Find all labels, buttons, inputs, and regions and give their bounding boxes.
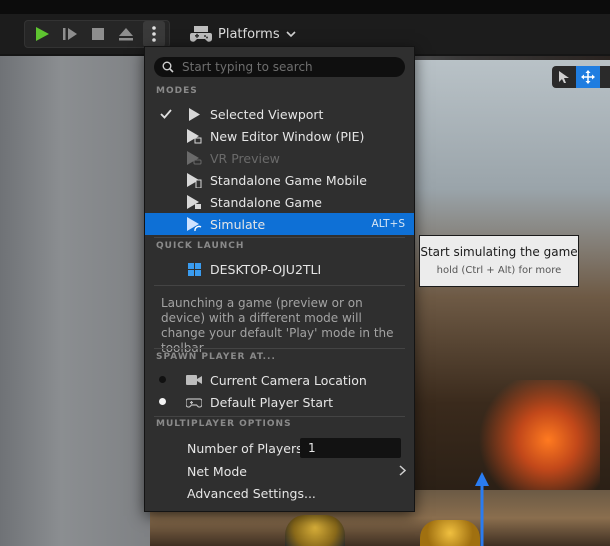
cursor-icon [559,71,569,83]
mode-standalone-game[interactable]: Standalone Game [145,191,414,213]
standalone-game-icon [187,194,201,209]
tooltip-hint: hold (Ctrl + Alt) for more [436,265,562,276]
spawn-current-camera[interactable]: Current Camera Location [145,369,414,391]
viewport-prop [420,520,480,546]
play-controls-group [24,20,170,48]
play-icon [188,107,200,121]
advance-frame-button[interactable] [57,21,83,47]
number-of-players-input[interactable] [300,438,401,458]
step-forward-icon [63,28,77,40]
search-icon [162,61,174,73]
top-band [0,0,610,14]
device-label: DESKTOP-OJU2TLI [210,261,322,277]
net-mode-label: Net Mode [187,463,247,479]
menu-divider [154,285,405,286]
stop-icon [92,28,104,40]
section-header-multiplayer: MULTIPLAYER OPTIONS [156,419,292,429]
gamepad-icon [190,26,212,42]
chevron-right-icon [399,465,406,476]
transform-gizmo-icon[interactable] [474,472,490,546]
menu-divider [154,237,405,238]
play-mode-info-text: Launching a game (preview or on device) … [161,296,394,355]
mode-label: Simulate [210,216,266,232]
select-tool-button[interactable] [552,66,576,88]
spawn-label: Default Player Start [210,394,334,410]
eject-icon [119,28,133,41]
platforms-label: Platforms [218,26,280,42]
translate-tool-button[interactable] [576,66,600,88]
radio-selected-icon [159,398,166,405]
mode-label: Standalone Game [210,194,322,210]
simulate-icon [187,216,202,231]
mode-new-editor-window[interactable]: New Editor Window (PIE) [145,125,414,147]
play-options-menu: MODES Selected Viewport New Editor Windo… [144,46,415,512]
advanced-settings-label: Advanced Settings... [187,485,316,501]
checkmark-icon [160,109,172,119]
more-vertical-icon [152,26,156,42]
menu-divider [154,416,405,417]
move-arrows-icon [581,70,595,84]
radio-unselected-icon [159,376,166,383]
platforms-dropdown[interactable]: Platforms [190,20,302,48]
mode-vr-preview[interactable]: VR Preview [145,147,414,169]
mode-standalone-mobile[interactable]: Standalone Game Mobile [145,169,414,191]
viewport-character [285,515,345,546]
spawn-default-player-start[interactable]: Default Player Start [145,391,414,413]
section-header-quick-launch: QUICK LAUNCH [156,241,245,251]
simulate-tooltip: Start simulating the game hold (Ctrl + A… [419,235,579,287]
play-button[interactable] [29,21,55,47]
number-of-players-label: Number of Players [187,440,303,456]
viewport-transform-tools [552,66,610,88]
play-window-icon [187,128,202,143]
menu-search [154,57,405,77]
quick-launch-device[interactable]: DESKTOP-OJU2TLI [145,258,414,280]
gamepad-icon [186,397,202,408]
mode-label: New Editor Window (PIE) [210,128,365,144]
mobile-device-icon [187,172,202,188]
windows-logo-icon [187,262,201,276]
mode-label: VR Preview [210,150,280,166]
spawn-label: Current Camera Location [210,372,367,388]
chevron-down-icon [286,31,296,38]
mode-selected-viewport[interactable]: Selected Viewport [145,103,414,125]
tooltip-title: Start simulating the game [420,245,578,259]
play-options-button[interactable] [143,21,165,47]
mode-simulate[interactable]: Simulate ALT+S [145,213,414,235]
play-icon [36,27,49,41]
section-header-spawn: SPAWN PLAYER AT... [156,352,276,362]
menu-search-input[interactable] [180,59,404,75]
mode-label: Selected Viewport [210,106,324,122]
section-header-modes: MODES [156,86,198,96]
vr-headset-icon [187,150,202,165]
stop-button[interactable] [85,21,111,47]
net-mode-submenu[interactable]: Net Mode [145,460,414,482]
advanced-settings-item[interactable]: Advanced Settings... [145,482,414,504]
number-of-players-row: Number of Players [145,437,414,459]
eject-button[interactable] [113,21,139,47]
camera-icon [186,375,202,385]
menu-divider [154,348,405,349]
mode-label: Standalone Game Mobile [210,172,367,188]
shortcut-hint: ALT+S [371,218,405,230]
